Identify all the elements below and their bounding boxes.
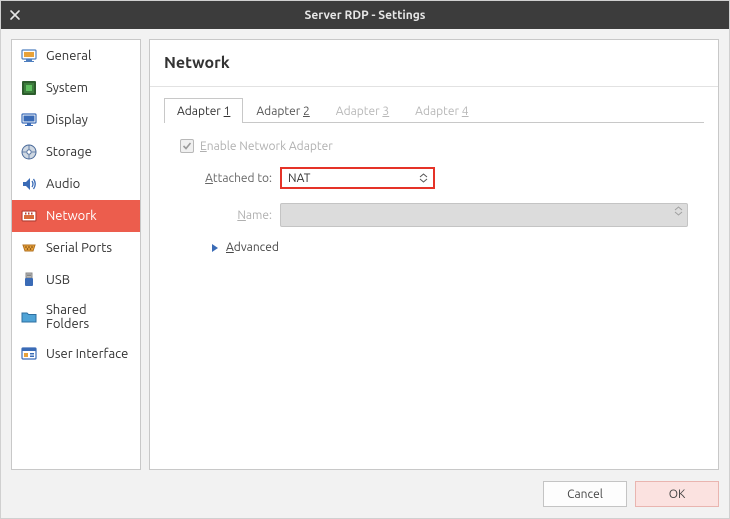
sidebar-item-label: Shared Folders — [46, 303, 132, 331]
enable-network-adapter-label: Enable Network Adapter — [200, 140, 333, 153]
window-title: Server RDP - Settings — [305, 9, 426, 22]
name-label: Name: — [180, 209, 280, 222]
storage-icon — [20, 143, 38, 161]
attached-to-value: NAT — [288, 172, 417, 185]
user-interface-icon — [20, 345, 38, 363]
sidebar-item-serial-ports[interactable]: Serial Ports — [12, 232, 140, 264]
sidebar-item-shared-folders[interactable]: Shared Folders — [12, 296, 140, 338]
sidebar-item-label: Audio — [46, 177, 80, 191]
sidebar-item-label: General — [46, 49, 91, 63]
tab-adapter-3[interactable]: Adapter 3 — [323, 98, 402, 123]
advanced-label: Advanced — [226, 241, 279, 254]
tab-adapter-1[interactable]: Adapter 1 — [164, 98, 243, 123]
name-dropdown — [280, 203, 688, 227]
dropdown-arrows-icon — [674, 206, 683, 216]
sidebar-item-user-interface[interactable]: User Interface — [12, 338, 140, 370]
sidebar-item-label: System — [46, 81, 88, 95]
sidebar-item-audio[interactable]: Audio — [12, 168, 140, 200]
disclosure-triangle-icon — [210, 243, 220, 253]
sidebar-item-label: Serial Ports — [46, 241, 112, 255]
category-sidebar: General System Display Storage Audio Net — [11, 39, 141, 470]
page-title: Network — [150, 40, 718, 87]
attached-to-dropdown[interactable]: NAT — [280, 167, 435, 189]
attached-to-label: Attached to: — [180, 172, 280, 185]
audio-icon — [20, 175, 38, 193]
advanced-toggle[interactable]: Advanced — [210, 241, 688, 254]
sidebar-item-network[interactable]: Network — [12, 200, 140, 232]
titlebar: Server RDP - Settings — [1, 1, 729, 29]
dialog-footer: Cancel OK — [1, 470, 729, 518]
shared-folders-icon — [20, 308, 38, 326]
sidebar-item-label: Display — [46, 113, 88, 127]
general-icon — [20, 47, 38, 65]
sidebar-item-label: USB — [46, 273, 70, 287]
sidebar-item-system[interactable]: System — [12, 72, 140, 104]
adapter-settings: Enable Network Adapter Attached to: NAT — [164, 123, 704, 264]
sidebar-item-label: Network — [46, 209, 97, 223]
usb-icon — [20, 271, 38, 289]
display-icon — [20, 111, 38, 129]
network-icon — [20, 207, 38, 225]
settings-panel: Network Adapter 1 Adapter 2 Adapter 3 Ad… — [149, 39, 719, 470]
sidebar-item-label: Storage — [46, 145, 92, 159]
tab-adapter-2[interactable]: Adapter 2 — [243, 98, 322, 123]
dropdown-arrows-icon — [417, 173, 429, 183]
system-icon — [20, 79, 38, 97]
ok-button[interactable]: OK — [635, 481, 719, 507]
close-icon[interactable] — [9, 9, 21, 21]
sidebar-item-usb[interactable]: USB — [12, 264, 140, 296]
sidebar-item-general[interactable]: General — [12, 40, 140, 72]
checkbox-checked-icon — [180, 139, 194, 153]
sidebar-item-display[interactable]: Display — [12, 104, 140, 136]
adapter-tabs: Adapter 1 Adapter 2 Adapter 3 Adapter 4 — [164, 97, 704, 123]
cancel-button[interactable]: Cancel — [543, 481, 627, 507]
tab-adapter-4[interactable]: Adapter 4 — [402, 98, 481, 123]
settings-window: Server RDP - Settings General System Dis… — [0, 0, 730, 519]
sidebar-item-storage[interactable]: Storage — [12, 136, 140, 168]
enable-network-adapter-checkbox: Enable Network Adapter — [180, 139, 333, 153]
serial-ports-icon — [20, 239, 38, 257]
sidebar-item-label: User Interface — [46, 347, 128, 361]
